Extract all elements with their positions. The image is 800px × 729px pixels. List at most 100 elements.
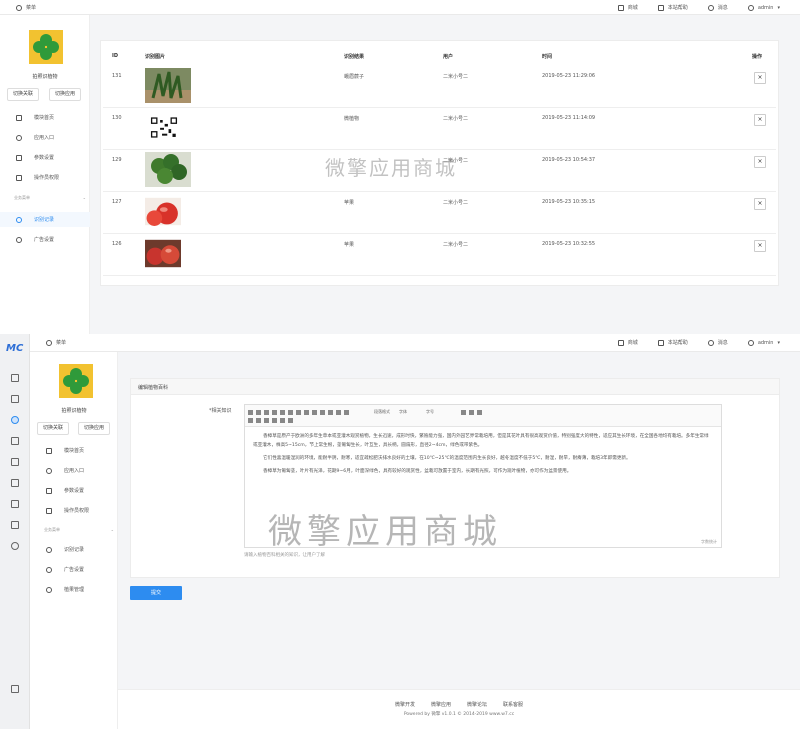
caret-down-icon: ▾ xyxy=(777,4,780,11)
footer: 微擎开发 微擎应用 微擎论坛 联系客服 Powered by 微擎 v1.0.1… xyxy=(118,689,800,729)
gear-icon xyxy=(16,236,22,243)
switch-app-button[interactable]: 切换应用 xyxy=(78,422,111,435)
delete-button[interactable]: × xyxy=(754,114,766,126)
italic-icon[interactable] xyxy=(272,409,277,415)
user-icon xyxy=(747,339,754,346)
apple-thumbnail[interactable] xyxy=(145,236,181,271)
apple-thumbnail[interactable] xyxy=(145,194,181,229)
row-id: 131 xyxy=(112,73,122,79)
menu-item-permissions[interactable]: 操作员权限 xyxy=(30,503,118,518)
qrcode-thumbnail[interactable] xyxy=(149,110,179,145)
footer-link[interactable]: 联系客服 xyxy=(503,701,523,708)
nav-shop[interactable]: 商城 xyxy=(617,339,638,346)
nav-help[interactable]: 本站帮助 xyxy=(657,4,688,11)
editor-toolbar: 段落格式 字体 字号 xyxy=(245,405,721,427)
indent-icon[interactable] xyxy=(469,409,474,415)
menu-section-business[interactable]: 业务菜单 ⌄ xyxy=(44,527,114,533)
brand-logo[interactable]: MC xyxy=(6,343,23,354)
switch-account-button[interactable]: 切换关联 xyxy=(7,88,40,101)
link-icon[interactable] xyxy=(328,409,333,415)
shop-icon xyxy=(617,4,624,11)
menu-item-app-entry[interactable]: 应用入口 xyxy=(30,463,118,478)
video-icon[interactable] xyxy=(256,418,261,423)
clover-logo-icon xyxy=(63,368,89,394)
menu-item-recognition-records[interactable]: 识别记录 xyxy=(0,212,90,227)
menu-section-business[interactable]: 业务菜单 ⌄ xyxy=(14,195,86,201)
col-header-time: 时间 xyxy=(542,54,553,60)
shop-icon[interactable] xyxy=(11,458,19,466)
footer-link[interactable]: 微擎论坛 xyxy=(467,701,487,708)
nav-user-menu[interactable]: admin ▾ xyxy=(747,339,780,346)
font-color-icon[interactable] xyxy=(296,409,301,415)
lock-icon[interactable] xyxy=(11,685,19,693)
fullscreen-icon[interactable] xyxy=(477,409,482,415)
monitor-icon[interactable] xyxy=(11,521,19,529)
switch-app-button[interactable]: 切换应用 xyxy=(49,88,82,101)
font-size-select[interactable]: 字号 xyxy=(426,409,434,415)
source-icon[interactable] xyxy=(248,409,253,415)
help-icon xyxy=(657,339,664,346)
row-time: 2019-05-23 11:29:06 xyxy=(542,73,596,79)
row-time: 2019-05-23 10:54:37 xyxy=(542,157,596,163)
nav-messages[interactable]: 消息 xyxy=(707,339,728,346)
align-center-icon[interactable] xyxy=(312,409,317,415)
emoji-icon[interactable] xyxy=(248,418,253,423)
clear-format-icon[interactable] xyxy=(280,418,285,423)
delete-button[interactable]: × xyxy=(754,198,766,210)
app-icon[interactable] xyxy=(11,416,19,424)
nav-shop[interactable]: 商城 xyxy=(617,4,638,11)
menu-item-module-home[interactable]: 模块首页 xyxy=(0,110,90,125)
nav-user-menu[interactable]: admin ▾ xyxy=(747,4,780,11)
menu-item-ad-settings[interactable]: 广告设置 xyxy=(30,562,118,577)
insert-icon[interactable] xyxy=(461,409,466,415)
preview-icon[interactable] xyxy=(288,418,293,423)
submit-button[interactable]: 提交 xyxy=(130,586,182,600)
switch-account-button[interactable]: 切换关联 xyxy=(37,422,70,435)
menu-item-ad-settings[interactable]: 广告设置 xyxy=(0,232,90,247)
grid-icon[interactable] xyxy=(11,395,19,403)
font-family-select[interactable]: 字体 xyxy=(399,409,407,415)
plant-thumbnail[interactable] xyxy=(145,68,191,103)
breadcrumb[interactable]: 菜单 xyxy=(16,4,36,11)
image-icon[interactable] xyxy=(336,409,341,415)
nav-messages[interactable]: 消息 xyxy=(707,4,728,11)
menu-section-label: 业务菜单 xyxy=(14,195,30,200)
underline-icon[interactable] xyxy=(280,409,285,415)
breadcrumb[interactable]: 菜单 xyxy=(46,339,66,346)
content-paragraph: 香樟草是原产于欧洲的多年生草本或亚灌木观赏植物，生长迅速，成形时快，繁殖能力强，… xyxy=(253,434,709,448)
footer-link[interactable]: 微擎应用 xyxy=(431,701,451,708)
menu-label: 参数设置 xyxy=(64,488,85,494)
table-icon[interactable] xyxy=(344,409,349,415)
clover-thumbnail[interactable] xyxy=(145,152,191,187)
delete-button[interactable]: × xyxy=(754,72,766,84)
paragraph-format-select[interactable]: 段落格式 xyxy=(374,409,390,415)
menu-item-app-entry[interactable]: 应用入口 xyxy=(0,130,90,145)
menu-item-settings[interactable]: 参数设置 xyxy=(0,150,90,165)
modules-icon[interactable] xyxy=(11,437,19,445)
editor-content[interactable]: 香樟草是原产于欧洲的多年生草本或亚灌木观赏植物，生长迅速，成形时快，繁殖能力强，… xyxy=(253,432,713,480)
undo-icon[interactable] xyxy=(256,409,261,415)
nav-help[interactable]: 本站帮助 xyxy=(657,339,688,346)
bold-icon[interactable] xyxy=(264,409,269,415)
table-row: 126 苹果 二米小号二 2019-05-23 10:32:55 × xyxy=(103,234,776,276)
map-icon[interactable] xyxy=(272,418,277,423)
row-result: 苹果 xyxy=(344,200,355,206)
settings-icon[interactable] xyxy=(11,542,19,550)
delete-button[interactable]: × xyxy=(754,156,766,168)
row-time: 2019-05-23 10:35:15 xyxy=(542,199,596,205)
home-icon[interactable] xyxy=(11,374,19,382)
menu-item-plant-management[interactable]: 植果管理 xyxy=(30,582,118,597)
strike-icon[interactable] xyxy=(288,409,293,415)
menu-item-module-home[interactable]: 模块首页 xyxy=(30,443,118,458)
footer-link[interactable]: 微擎开发 xyxy=(395,701,415,708)
align-left-icon[interactable] xyxy=(304,409,309,415)
user-icon[interactable] xyxy=(11,500,19,508)
list-icon[interactable] xyxy=(320,409,325,415)
delete-button[interactable]: × xyxy=(754,240,766,252)
menu-item-permissions[interactable]: 操作员权限 xyxy=(0,170,90,185)
users-icon[interactable] xyxy=(11,479,19,487)
code-icon[interactable] xyxy=(264,418,269,423)
menu-item-recognition-records[interactable]: 识别记录 xyxy=(30,542,118,557)
app-logo xyxy=(59,364,93,398)
menu-item-settings[interactable]: 参数设置 xyxy=(30,483,118,498)
